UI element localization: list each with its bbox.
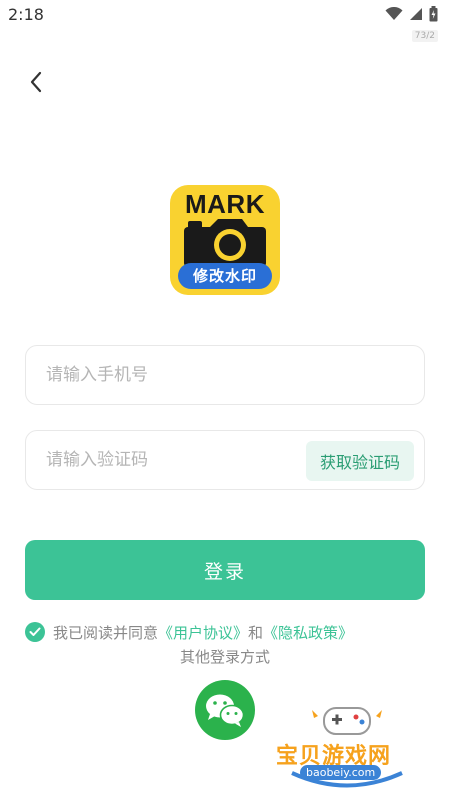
status-bar: 2:18 73/2: [0, 0, 450, 42]
battery-icon: [429, 6, 438, 22]
agreement-and: 和: [248, 623, 264, 642]
chevron-left-icon: [30, 71, 42, 93]
camera-icon: [184, 219, 266, 265]
status-time: 2:18: [8, 5, 44, 24]
agreement-checkbox[interactable]: [25, 622, 45, 642]
site-watermark: 宝贝游戏网 baobeiy.com: [272, 698, 432, 788]
logo-band-text: 修改水印: [178, 263, 272, 289]
wifi-icon: [385, 7, 403, 20]
user-agreement-link[interactable]: 《用户协议》: [158, 622, 248, 643]
code-field: 获取验证码: [25, 430, 425, 490]
agreement-prefix: 我已阅读并同意: [53, 623, 159, 642]
logo-mark-text: MARK: [185, 189, 265, 219]
wechat-icon: [206, 694, 245, 727]
code-input[interactable]: [46, 431, 306, 489]
phone-input[interactable]: [46, 346, 306, 404]
other-login-title: 其他登录方式: [179, 648, 270, 666]
back-button[interactable]: [22, 68, 50, 96]
watermark-url: baobeiy.com: [300, 765, 382, 780]
check-icon: [29, 627, 41, 636]
get-code-button[interactable]: 获取验证码: [306, 441, 414, 481]
signal-icon: [410, 8, 422, 20]
login-button[interactable]: 登录: [25, 540, 425, 600]
wechat-login-button[interactable]: [195, 680, 255, 740]
phone-field: [25, 345, 425, 405]
agreement-row: 我已阅读并同意 《用户协议》 和 《隐私政策》: [25, 620, 435, 644]
status-icons: [385, 6, 438, 22]
app-logo: MARK 修改水印: [170, 185, 280, 295]
status-badge: 73/2: [411, 30, 438, 42]
privacy-policy-link[interactable]: 《隐私政策》: [263, 622, 353, 643]
